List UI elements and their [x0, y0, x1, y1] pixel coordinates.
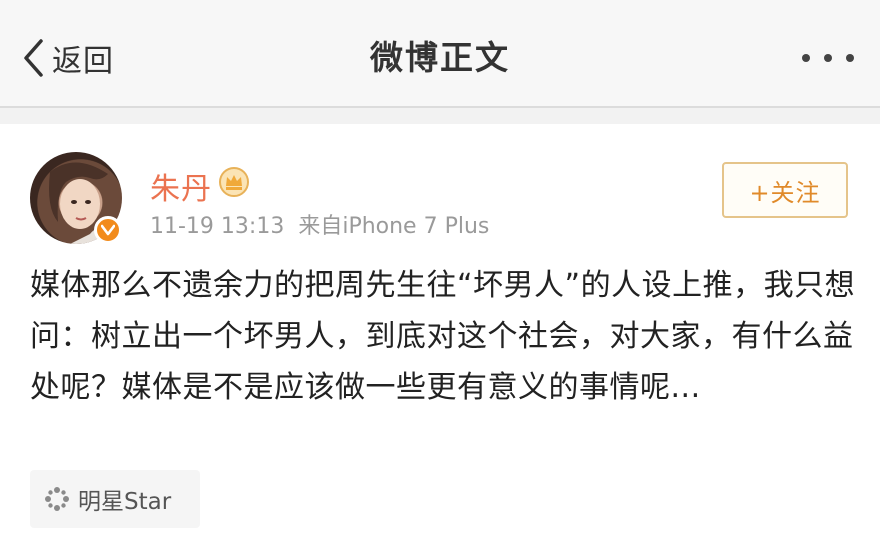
- weibo-post-card: 朱丹 11-19 13:13 来自iPhone 7 Plus +关注 媒体那么不遗…: [0, 124, 880, 558]
- section-divider: [0, 108, 880, 124]
- star-topic-icon: [44, 486, 70, 512]
- post-content: 媒体那么不遗余力的把周先生往“坏男人”的人设上推，我只想问：树立出一个坏男人，到…: [30, 268, 856, 405]
- topic-tag[interactable]: 明星Star: [30, 470, 200, 528]
- follow-button[interactable]: +关注: [722, 162, 848, 218]
- back-label: 返回: [52, 44, 114, 79]
- page-title: 微博正文: [370, 38, 510, 77]
- back-button[interactable]: 返回: [22, 34, 114, 82]
- navigation-bar: 返回 微博正文: [0, 0, 880, 108]
- post-meta: 11-19 13:13 来自iPhone 7 Plus: [150, 208, 489, 240]
- more-horizontal-icon: [846, 54, 854, 62]
- more-horizontal-icon: [824, 54, 832, 62]
- author-name[interactable]: 朱丹: [150, 164, 212, 208]
- author-avatar[interactable]: [30, 152, 122, 244]
- topic-label: 明星Star: [78, 489, 172, 515]
- chevron-left-icon: [22, 38, 44, 78]
- vip-crown-icon: [218, 166, 250, 198]
- verified-badge-icon: [94, 216, 122, 244]
- more-options-button[interactable]: [802, 44, 854, 72]
- post-timestamp: 11-19 13:13: [150, 214, 285, 239]
- post-source[interactable]: 来自iPhone 7 Plus: [298, 214, 489, 239]
- more-horizontal-icon: [802, 54, 810, 62]
